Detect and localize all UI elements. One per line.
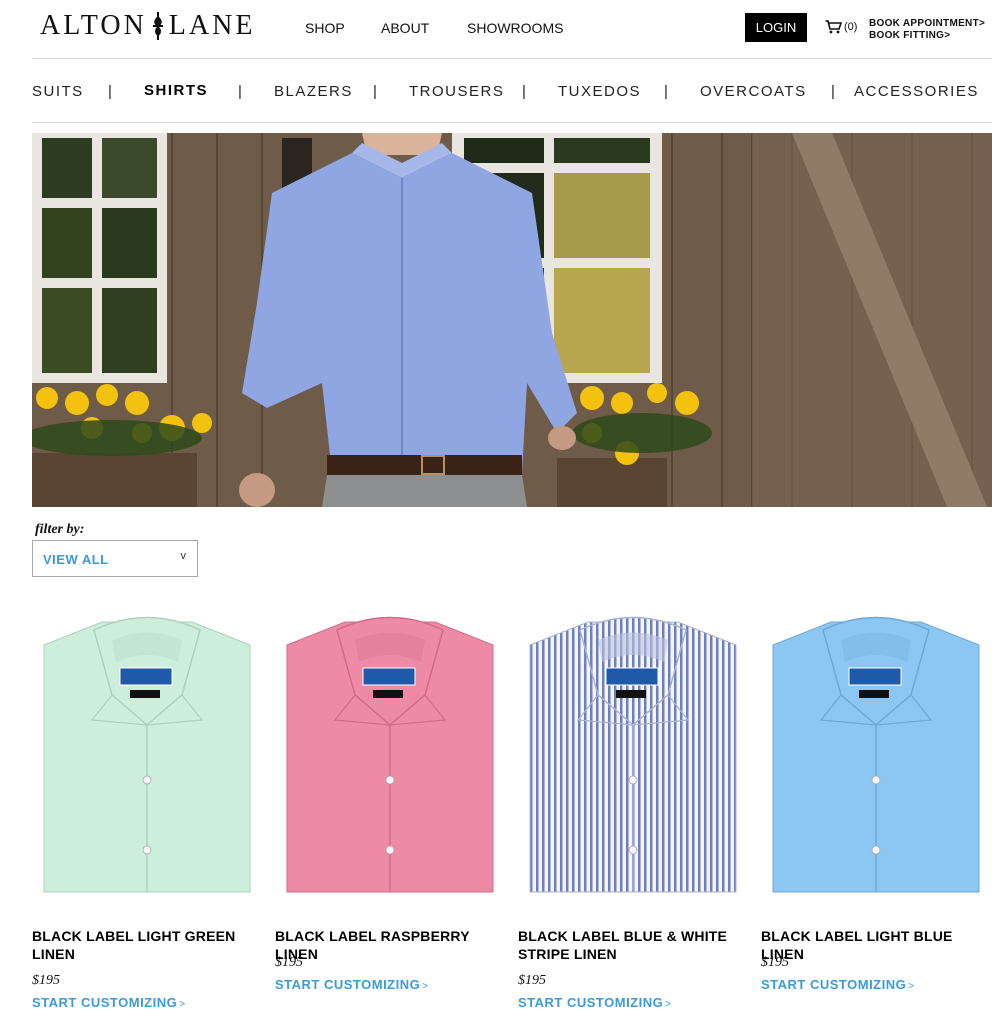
product-price: $195 — [275, 955, 303, 970]
shirt-image-light-green — [43, 616, 251, 893]
product-price: $195 — [761, 955, 789, 970]
category-tuxedos[interactable]: TUXEDOS — [558, 83, 641, 100]
nav-about[interactable]: ABOUT — [381, 20, 429, 36]
cart-icon — [825, 20, 842, 34]
chevron-right-icon: > — [422, 981, 429, 992]
shirt-image-blue-white-stripe — [529, 616, 737, 893]
chevron-down-icon: v — [180, 550, 187, 562]
category-separator: | — [238, 83, 242, 100]
filter-dropdown[interactable]: VIEW ALL v — [32, 540, 198, 577]
cart-count: (0) — [844, 21, 858, 33]
category-separator: | — [373, 83, 377, 100]
product-name[interactable]: BLACK LABEL LIGHT BLUE LINEN — [761, 927, 991, 963]
header-divider — [32, 58, 992, 59]
login-button[interactable]: LOGIN — [745, 13, 807, 42]
book-appointment-link[interactable]: BOOK APPOINTMENT> — [869, 18, 985, 30]
brand-logo[interactable]: ALTON LANE — [40, 10, 255, 42]
shirt-image-raspberry — [286, 616, 494, 893]
product-name[interactable]: BLACK LABEL RASPBERRY LINEN — [275, 927, 505, 963]
start-customizing-link[interactable]: START CUSTOMIZING > — [518, 995, 672, 1010]
nav-shop[interactable]: SHOP — [305, 20, 345, 36]
start-customizing-link[interactable]: START CUSTOMIZING > — [32, 995, 186, 1010]
filter-selected-value: VIEW ALL — [43, 552, 109, 567]
cart-link[interactable]: (0) — [825, 20, 857, 34]
category-trousers[interactable]: TROUSERS — [409, 83, 504, 100]
filter-label: filter by: — [35, 522, 85, 537]
chevron-right-icon: > — [665, 999, 672, 1010]
book-fitting-arrow: > — [944, 30, 951, 41]
start-customizing-link[interactable]: START CUSTOMIZING > — [275, 977, 429, 992]
product-card: BLACK LABEL LIGHT GREEN LINEN $195 START… — [32, 600, 262, 1029]
category-nav: SUITS | SHIRTS | BLAZERS | TROUSERS | TU… — [32, 80, 992, 104]
product-card: BLACK LABEL BLUE & WHITE STRIPE LINEN $1… — [518, 600, 748, 1029]
shirt-image-light-blue — [772, 616, 980, 893]
category-suits[interactable]: SUITS — [32, 83, 84, 100]
product-card: BLACK LABEL RASPBERRY LINEN $195 START C… — [275, 600, 505, 1029]
product-name[interactable]: BLACK LABEL BLUE & WHITE STRIPE LINEN — [518, 927, 748, 963]
product-image[interactable] — [32, 600, 262, 910]
logo-word-left: ALTON — [40, 10, 147, 41]
product-image[interactable] — [275, 600, 505, 910]
booking-links: BOOK APPOINTMENT> BOOK FITTING> — [869, 18, 985, 42]
category-separator: | — [831, 83, 835, 100]
chevron-right-icon: > — [179, 999, 186, 1010]
product-price: $195 — [32, 973, 60, 988]
category-blazers[interactable]: BLAZERS — [274, 83, 353, 100]
chevron-right-icon: > — [908, 981, 915, 992]
category-separator: | — [664, 83, 668, 100]
book-fitting-link[interactable]: BOOK FITTING> — [869, 30, 985, 42]
cta-label: START CUSTOMIZING — [275, 977, 421, 992]
hero-banner — [32, 133, 992, 507]
logo-crest-icon — [152, 12, 163, 40]
product-price: $195 — [518, 973, 546, 988]
logo-word-right: LANE — [168, 10, 256, 41]
cta-label: START CUSTOMIZING — [32, 995, 178, 1010]
start-customizing-link[interactable]: START CUSTOMIZING > — [761, 977, 915, 992]
category-accessories[interactable]: ACCESSORIES — [854, 83, 979, 100]
product-image[interactable] — [761, 600, 991, 910]
site-header: ALTON LANE SHOP ABOUT SHOWROOMS LOGIN (0… — [0, 0, 1004, 58]
category-overcoats[interactable]: OVERCOATS — [700, 83, 807, 100]
product-image[interactable] — [518, 600, 748, 910]
product-name[interactable]: BLACK LABEL LIGHT GREEN LINEN — [32, 927, 262, 963]
nav-showrooms[interactable]: SHOWROOMS — [467, 20, 563, 36]
category-separator: | — [108, 83, 112, 100]
book-appointment-label: BOOK APPOINTMENT — [869, 18, 979, 29]
category-divider — [32, 122, 992, 123]
cta-label: START CUSTOMIZING — [518, 995, 664, 1010]
category-separator: | — [522, 83, 526, 100]
hero-image — [32, 133, 992, 507]
book-appointment-arrow: > — [979, 18, 986, 29]
category-shirts[interactable]: SHIRTS — [144, 82, 208, 99]
product-card: BLACK LABEL LIGHT BLUE LINEN $195 START … — [761, 600, 991, 1029]
cta-label: START CUSTOMIZING — [761, 977, 907, 992]
book-fitting-label: BOOK FITTING — [869, 30, 945, 41]
